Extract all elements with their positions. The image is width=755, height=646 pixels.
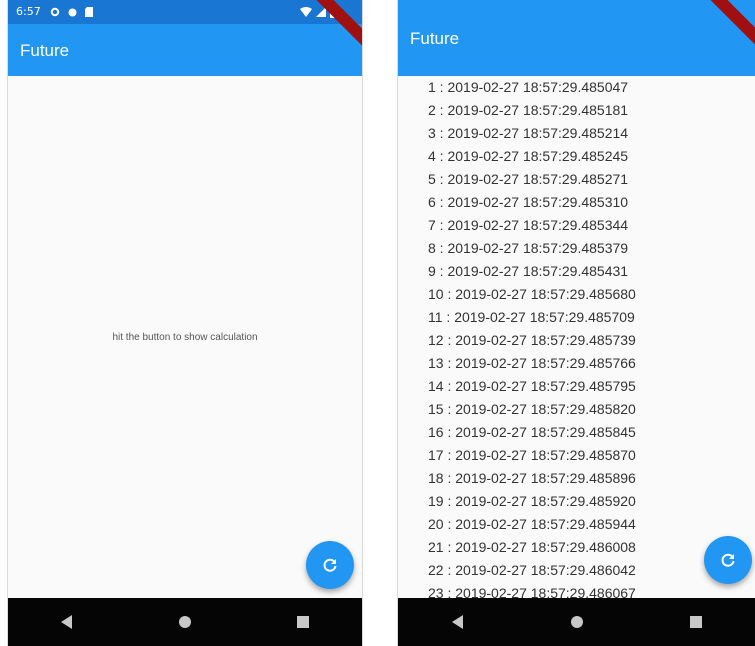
empty-state-message: hit the button to show calculation <box>112 332 258 343</box>
list-item: 13 : 2019-02-27 18:57:29.485766 <box>428 355 636 371</box>
list-item: 19 : 2019-02-27 18:57:29.485920 <box>428 493 636 509</box>
settings-icon <box>50 7 60 17</box>
list-item: 11 : 2019-02-27 18:57:29.485709 <box>428 309 635 325</box>
nav-home-button[interactable] <box>557 606 597 638</box>
recents-icon <box>690 616 703 628</box>
list-item: 22 : 2019-02-27 18:57:29.486042 <box>428 562 636 578</box>
list-item: 6 : 2019-02-27 18:57:29.485310 <box>428 194 629 210</box>
list-item: 12 : 2019-02-27 18:57:29.485739 <box>428 332 636 348</box>
list-item: 15 : 2019-02-27 18:57:29.485820 <box>428 401 636 417</box>
phone-screen-right: Future 1 : 2019-02-27 18:57:29.485047 2 :… <box>397 0 755 646</box>
list-item: 10 : 2019-02-27 18:57:29.485680 <box>428 286 636 302</box>
refresh-icon <box>721 553 735 567</box>
result-list[interactable]: 1 : 2019-02-27 18:57:29.485047 2 : 2019-0… <box>398 76 755 598</box>
refresh-fab-button[interactable] <box>306 541 354 589</box>
screenshot-canvas: 6:57 Future hit the button to show calcu… <box>0 0 755 646</box>
status-time: 6:57 <box>16 5 41 18</box>
nav-back-button[interactable] <box>438 606 478 638</box>
list-item: 14 : 2019-02-27 18:57:29.485795 <box>428 378 636 394</box>
list-item: 5 : 2019-02-27 18:57:29.485271 <box>428 171 629 187</box>
home-icon <box>179 616 191 628</box>
list-item: 16 : 2019-02-27 18:57:29.485845 <box>428 424 636 440</box>
list-item: 20 : 2019-02-27 18:57:29.485944 <box>428 516 636 532</box>
wifi-icon <box>300 7 312 17</box>
debug-banner <box>706 0 755 50</box>
back-icon <box>61 615 72 629</box>
debug-banner <box>312 0 362 50</box>
refresh-icon <box>323 558 337 572</box>
list-item: 3 : 2019-02-27 18:57:29.485214 <box>428 125 629 141</box>
app-bar: Future <box>8 24 362 76</box>
nav-back-button[interactable] <box>47 606 87 638</box>
list-item: 18 : 2019-02-27 18:57:29.485896 <box>428 470 636 486</box>
list-item: 9 : 2019-02-27 18:57:29.485431 <box>428 263 629 279</box>
debug-ribbon <box>706 0 755 50</box>
nav-recents-button[interactable] <box>676 606 716 638</box>
dot-icon <box>68 8 77 16</box>
app-bar: Future <box>398 0 755 76</box>
system-nav-bar <box>398 598 755 646</box>
home-icon <box>570 616 583 628</box>
app-title: Future <box>20 41 70 60</box>
nav-recents-button[interactable] <box>283 606 323 638</box>
list-item: 17 : 2019-02-27 18:57:29.485870 <box>428 447 636 463</box>
list-item: 7 : 2019-02-27 18:57:29.485344 <box>428 217 629 233</box>
nav-home-button[interactable] <box>165 606 205 638</box>
list-item: 23 : 2019-02-27 18:57:29.486067 <box>428 585 636 598</box>
system-nav-bar <box>8 598 362 646</box>
back-icon <box>451 615 463 629</box>
app-title: Future <box>410 29 460 48</box>
list-item: 21 : 2019-02-27 18:57:29.486008 <box>428 539 636 555</box>
debug-ribbon <box>312 0 362 50</box>
phone-screen-left: 6:57 Future hit the button to show calcu… <box>7 0 363 646</box>
recents-icon <box>297 616 309 628</box>
status-bar: 6:57 <box>8 0 362 24</box>
sd-card-icon <box>85 7 93 17</box>
status-notification-icons <box>50 0 93 24</box>
refresh-fab-button[interactable] <box>704 536 752 584</box>
list-item: 1 : 2019-02-27 18:57:29.485047 <box>428 79 629 95</box>
list-item: 8 : 2019-02-27 18:57:29.485379 <box>428 240 629 256</box>
list-item: 4 : 2019-02-27 18:57:29.485245 <box>428 148 629 164</box>
list-item: 2 : 2019-02-27 18:57:29.485181 <box>428 102 629 118</box>
